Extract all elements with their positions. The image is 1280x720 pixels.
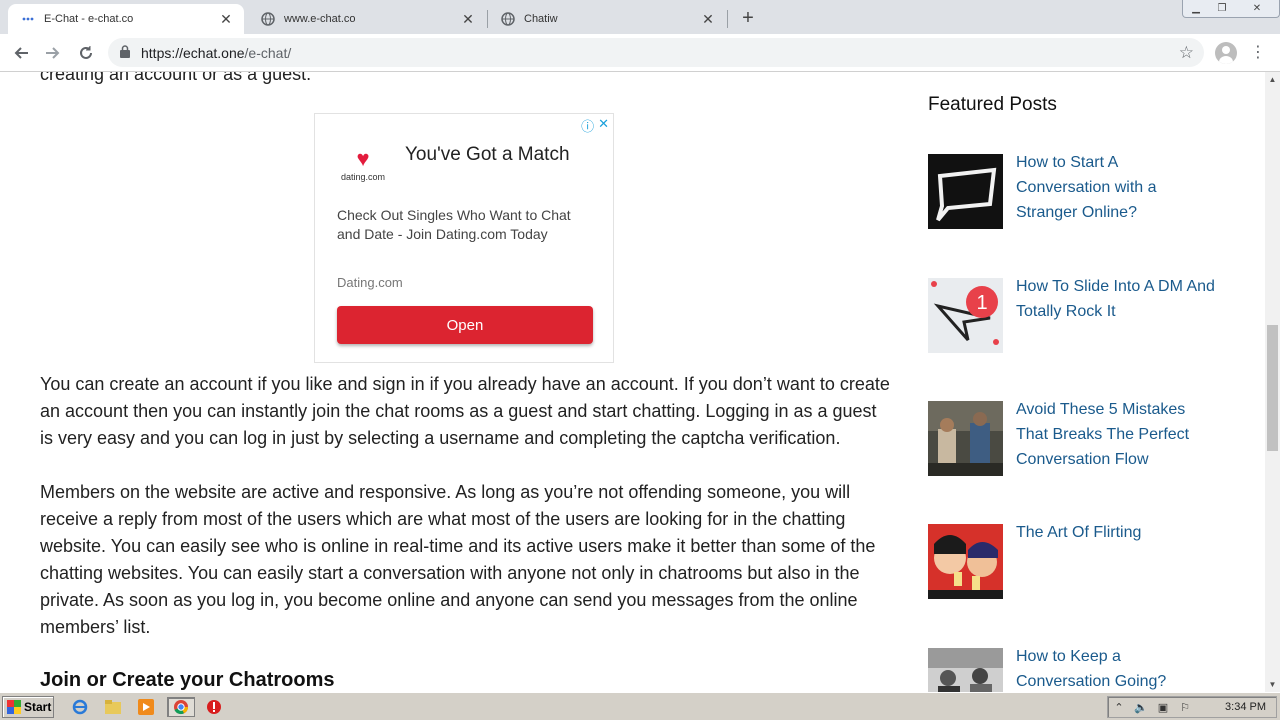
tab-chatiw[interactable]: Chatiw ✕ — [488, 4, 726, 34]
browser-menu-icon[interactable]: ⋮ — [1250, 43, 1266, 63]
ad-headline[interactable]: You've Got a Match — [405, 142, 595, 168]
post-thumbnail[interactable]: 1 — [928, 278, 1003, 353]
post-title-link[interactable]: The Art Of Flirting — [1016, 520, 1216, 545]
stop-program-icon[interactable] — [203, 697, 225, 717]
bookmark-star-icon[interactable]: ☆ — [1179, 43, 1194, 63]
close-tab-icon[interactable]: ✕ — [460, 11, 476, 27]
new-tab-button[interactable]: + — [736, 6, 760, 30]
post-thumbnail[interactable] — [928, 524, 1003, 599]
ad-brand: dating.com — [340, 172, 386, 182]
post-title-link[interactable]: How to Start A Conversation with a Stran… — [1016, 150, 1216, 225]
tab-title: www.e-chat.co — [284, 13, 356, 25]
url-host: https://echat.one — [141, 45, 245, 61]
ad-info-icon[interactable]: ⓘ — [581, 116, 594, 135]
advertisement[interactable]: ⓘ ✕ ♥ dating.com You've Got a Match Chec… — [314, 113, 614, 363]
window-controls: ▁ ❐ ✕ — [1182, 0, 1280, 18]
post-title-link[interactable]: Avoid These 5 Mistakes That Breaks The P… — [1016, 397, 1216, 472]
back-button[interactable] — [8, 40, 34, 66]
url-path: /e-chat/ — [244, 45, 292, 61]
forward-button[interactable] — [40, 40, 66, 66]
ad-description: Check Out Singles Who Want to Chat and D… — [337, 207, 571, 242]
page-viewport: creating an account or as a guest. ⓘ ✕ ♥… — [0, 72, 1265, 692]
article-paragraph: Members on the website are active and re… — [40, 482, 876, 637]
page-scrollbar[interactable]: ▲ ▼ — [1265, 72, 1280, 692]
windows-logo-icon — [7, 700, 21, 714]
post-title-link[interactable]: How To Slide Into A DM And Totally Rock … — [1016, 274, 1216, 324]
section-heading: Join or Create your Chatrooms — [40, 669, 335, 691]
chrome-taskbar-icon[interactable] — [167, 697, 195, 717]
ad-domain: Dating.com — [337, 275, 403, 290]
scroll-down-arrow-icon[interactable]: ▼ — [1265, 677, 1280, 692]
dm-badge-count: 1 — [976, 292, 987, 314]
tray-expand-icon[interactable]: ⌃ — [1108, 701, 1130, 714]
globe-icon — [500, 11, 516, 27]
ad-open-button[interactable]: Open — [337, 306, 593, 344]
featured-post[interactable]: Avoid These 5 Mistakes That Breaks The P… — [928, 401, 1228, 477]
sidebar-title: Featured Posts — [928, 94, 1057, 115]
volume-icon[interactable]: 🔈 — [1130, 701, 1152, 714]
scroll-up-arrow-icon[interactable]: ▲ — [1265, 72, 1280, 87]
minimize-button[interactable]: ▁ — [1183, 0, 1209, 17]
post-thumbnail[interactable] — [928, 648, 1003, 692]
reload-icon — [80, 46, 92, 59]
anyrun-watermark: ANY RUN — [1040, 684, 1245, 692]
heart-icon: ♥ — [356, 146, 370, 171]
profile-avatar-icon[interactable] — [1215, 42, 1237, 64]
action-center-flag-icon[interactable]: ⚐ — [1174, 701, 1196, 714]
article-paragraph: You can create an account if you like an… — [40, 374, 890, 448]
ad-choices[interactable]: ⓘ ✕ — [581, 116, 609, 135]
featured-post[interactable]: 1 How To Slide Into A DM And Totally Roc… — [928, 278, 1228, 354]
close-window-button[interactable]: ✕ — [1235, 0, 1279, 17]
scrollbar-thumb[interactable] — [1267, 325, 1278, 451]
restore-button[interactable]: ❐ — [1209, 0, 1235, 17]
featured-post[interactable]: The Art Of Flirting — [928, 524, 1228, 600]
browser-toolbar: https://echat.one/e-chat/ ☆ ⋮ — [0, 34, 1280, 72]
ad-close-icon[interactable]: ✕ — [598, 116, 609, 135]
windows-taskbar: Start ⌃ 🔈 ▣ ⚐ 3:34 PM — [0, 692, 1280, 720]
address-bar[interactable]: https://echat.one/e-chat/ ☆ — [108, 38, 1204, 67]
start-button[interactable]: Start — [2, 696, 54, 718]
close-tab-icon[interactable]: ✕ — [700, 11, 716, 27]
network-icon[interactable]: ▣ — [1152, 701, 1174, 714]
forward-arrow-icon — [46, 47, 60, 59]
system-tray: ⌃ 🔈 ▣ ⚐ 3:34 PM — [1107, 696, 1277, 718]
url-text: https://echat.one/e-chat/ — [141, 45, 291, 61]
featured-post[interactable]: How to Start A Conversation with a Stran… — [928, 154, 1228, 230]
internet-explorer-icon[interactable] — [69, 697, 91, 717]
post-thumbnail[interactable] — [928, 401, 1003, 476]
post-thumbnail[interactable] — [928, 154, 1003, 229]
e-chat-favicon-icon — [20, 11, 36, 27]
taskbar-clock[interactable]: 3:34 PM — [1225, 701, 1266, 713]
start-label: Start — [24, 700, 52, 714]
lock-icon — [120, 45, 130, 58]
close-tab-icon[interactable]: ✕ — [218, 11, 234, 27]
reload-button[interactable] — [73, 40, 99, 66]
globe-icon — [260, 11, 276, 27]
media-player-icon[interactable] — [135, 697, 157, 717]
tab-title: E-Chat - e-chat.co — [44, 13, 134, 25]
tab-www-e-chat[interactable]: www.e-chat.co ✕ — [248, 4, 486, 34]
tab-strip: E-Chat - e-chat.co ✕ www.e-chat.co ✕ Cha… — [0, 0, 1280, 34]
tab-e-chat[interactable]: E-Chat - e-chat.co ✕ — [8, 4, 244, 34]
tab-separator — [727, 10, 728, 28]
article-partial-line: creating an account or as a guest. — [40, 72, 312, 84]
ad-logo: ♥ dating.com — [337, 146, 389, 183]
file-explorer-icon[interactable] — [102, 697, 124, 717]
back-arrow-icon — [14, 47, 28, 59]
tab-title: Chatiw — [524, 13, 558, 25]
